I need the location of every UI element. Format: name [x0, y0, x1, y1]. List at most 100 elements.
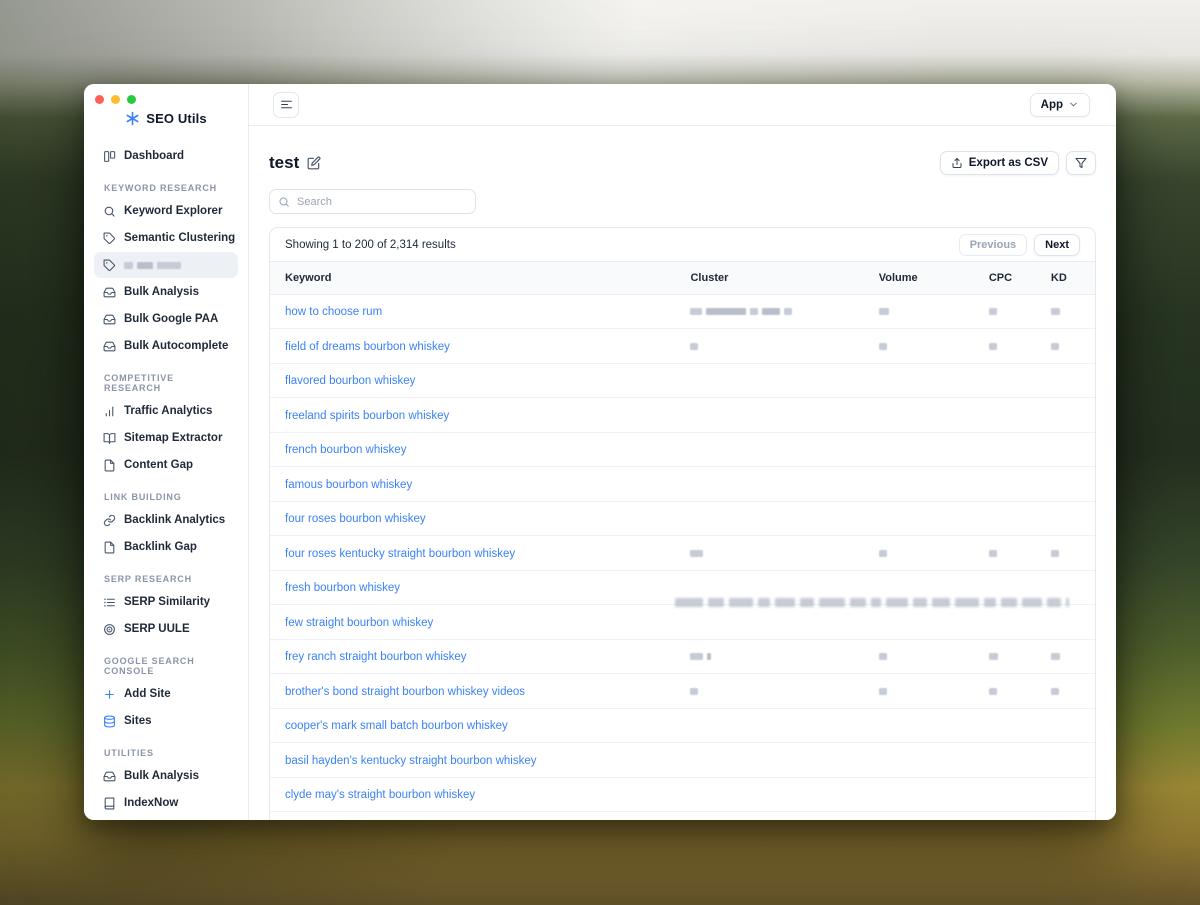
cell-kd: [1035, 501, 1095, 536]
search-icon: [278, 196, 290, 208]
redacted-block: [729, 597, 753, 607]
list-icon: [103, 596, 116, 609]
keyword-link[interactable]: fresh bourbon whiskey: [285, 582, 400, 594]
export-csv-button[interactable]: Export as CSV: [939, 151, 1059, 175]
cell-kd: [1035, 535, 1095, 571]
table-row: few straight bourbon whiskey: [270, 604, 1095, 640]
redacted-block: [984, 597, 996, 607]
minimize-window-button[interactable]: [111, 95, 120, 104]
keyword-link[interactable]: four roses kentucky straight bourbon whi…: [285, 548, 515, 560]
keyword-link[interactable]: few straight bourbon whiskey: [285, 617, 433, 629]
cell-cpc: [973, 432, 1036, 467]
inbox-icon: [103, 770, 116, 783]
sidebar-item-dashboard[interactable]: Dashboard: [94, 143, 238, 169]
close-window-button[interactable]: [95, 95, 104, 104]
sidebar-item-backlink-gap[interactable]: Backlink Gap: [94, 534, 238, 560]
redacted-value: [706, 308, 747, 316]
tag-icon: [103, 232, 116, 245]
sidebar-item-content-gap[interactable]: Content Gap: [94, 452, 238, 478]
sidebar-item-label: SERP Similarity: [124, 596, 211, 608]
keyword-link[interactable]: how to choose rum: [285, 306, 382, 318]
results-card: Showing 1 to 200 of 2,314 results Previo…: [269, 227, 1096, 820]
redacted-value: [878, 653, 887, 661]
sidebar-item-keyword-explorer[interactable]: Keyword Explorer: [94, 198, 238, 224]
cell-volume: [863, 673, 974, 709]
cell-kd: [1035, 466, 1095, 502]
cell-kd: [1035, 294, 1095, 329]
sidebar-item-redacted[interactable]: [94, 252, 238, 278]
sidebar-item-indexnow[interactable]: IndexNow: [94, 790, 238, 816]
keyword-link[interactable]: flavored bourbon whiskey: [285, 375, 415, 387]
filter-button[interactable]: [1066, 151, 1096, 175]
cell-volume: [863, 742, 974, 778]
cell-volume: [863, 708, 974, 743]
desktop-background: SEO Utils Dashboard KEYWORD RESEARCH Keywo…: [0, 0, 1200, 905]
sidebar-item-add-site[interactable]: Add Site: [94, 681, 238, 707]
cell-cluster: [675, 673, 864, 709]
edit-title-button[interactable]: [307, 156, 321, 170]
keyword-link[interactable]: freeland spirits bourbon whiskey: [285, 410, 449, 422]
sidebar-toggle-button[interactable]: [273, 91, 299, 118]
cell-kd: [1035, 363, 1095, 398]
keyword-link[interactable]: basil hayden's kentucky straight bourbon…: [285, 755, 537, 767]
sidebar-item-sites[interactable]: Sites: [94, 708, 238, 734]
results-header: Showing 1 to 200 of 2,314 results Previo…: [270, 228, 1095, 262]
cell-cluster: [675, 742, 864, 778]
sidebar-item-bulk-google-paa[interactable]: Bulk Google PAA: [94, 306, 238, 332]
sidebar-nav: Dashboard KEYWORD RESEARCH Keyword Explore…: [84, 130, 248, 816]
sidebar-item-bulk-analysis[interactable]: Bulk Analysis: [94, 763, 238, 789]
redacted-value: [988, 653, 998, 661]
keyword-link[interactable]: four roses bourbon whiskey: [285, 513, 426, 525]
cell-cpc: [973, 328, 1036, 364]
sidebar-item-backlink-analytics[interactable]: Backlink Analytics: [94, 507, 238, 533]
sidebar-item-serp-similarity[interactable]: SERP Similarity: [94, 589, 238, 615]
cell-cluster: [675, 501, 864, 536]
keyword-link[interactable]: frey ranch straight bourbon whiskey: [285, 651, 467, 663]
previous-page-button[interactable]: Previous: [958, 233, 1028, 256]
redacted-block: [913, 597, 927, 607]
cell-cpc: [973, 294, 1036, 329]
table-row: how to choose rum: [270, 294, 1095, 329]
sidebar-item-bulk-autocomplete[interactable]: Bulk Autocomplete: [94, 333, 238, 359]
tag-icon: [103, 259, 116, 272]
title-actions: Export as CSV: [939, 151, 1096, 175]
app-menu-button[interactable]: App: [1029, 92, 1090, 117]
redacted-value: [988, 308, 997, 316]
sidebar-item-sitemap-extractor[interactable]: Sitemap Extractor: [94, 425, 238, 451]
inbox-icon: [103, 313, 116, 326]
sidebar-item-traffic-analytics[interactable]: Traffic Analytics: [94, 398, 238, 424]
keyword-link[interactable]: cooper's mark small batch bourbon whiske…: [285, 720, 508, 732]
cell-cluster: [675, 363, 864, 398]
sidebar-item-serp-uule[interactable]: SERP UULE: [94, 616, 238, 642]
cell-cpc: [973, 397, 1036, 433]
search-input[interactable]: [269, 189, 476, 214]
sidebar-section-header: UTILITIES: [104, 748, 154, 758]
app-window: SEO Utils Dashboard KEYWORD RESEARCH Keywo…: [84, 84, 1116, 820]
book-icon: [103, 797, 116, 810]
dashboard-icon: [103, 150, 116, 163]
table-row: basil hayden's kentucky straight bourbon…: [270, 742, 1095, 778]
pagination: Previous Next: [958, 233, 1080, 256]
cell-kd: [1035, 777, 1095, 812]
keyword-link[interactable]: famous bourbon whiskey: [285, 479, 412, 491]
keyword-link[interactable]: clyde may's straight bourbon whiskey: [285, 789, 475, 801]
keyword-link[interactable]: french bourbon whiskey: [285, 444, 406, 456]
cell-cluster: [675, 777, 864, 812]
keyword-link[interactable]: field of dreams bourbon whiskey: [285, 341, 450, 353]
filter-icon: [1075, 157, 1087, 169]
cell-cluster: [675, 294, 864, 329]
redacted-block: [1047, 597, 1061, 607]
sidebar-item-label: Bulk Analysis: [124, 286, 199, 298]
keyword-link[interactable]: brother's bond straight bourbon whiskey …: [285, 686, 525, 698]
cell-cpc: [973, 363, 1036, 398]
cell-volume: [863, 604, 974, 640]
cell-kd: [1035, 604, 1095, 640]
redacted-value: [690, 653, 704, 661]
cell-keyword: few straight bourbon whiskey: [270, 604, 676, 640]
results-summary: Showing 1 to 200 of 2,314 results: [285, 238, 456, 251]
sidebar-item-label: SERP UULE: [124, 623, 190, 635]
sidebar-item-semantic-clustering[interactable]: Semantic Clustering: [94, 225, 238, 251]
next-page-button[interactable]: Next: [1034, 233, 1080, 256]
sidebar-item-bulk-analysis[interactable]: Bulk Analysis: [94, 279, 238, 305]
zoom-window-button[interactable]: [127, 95, 136, 104]
